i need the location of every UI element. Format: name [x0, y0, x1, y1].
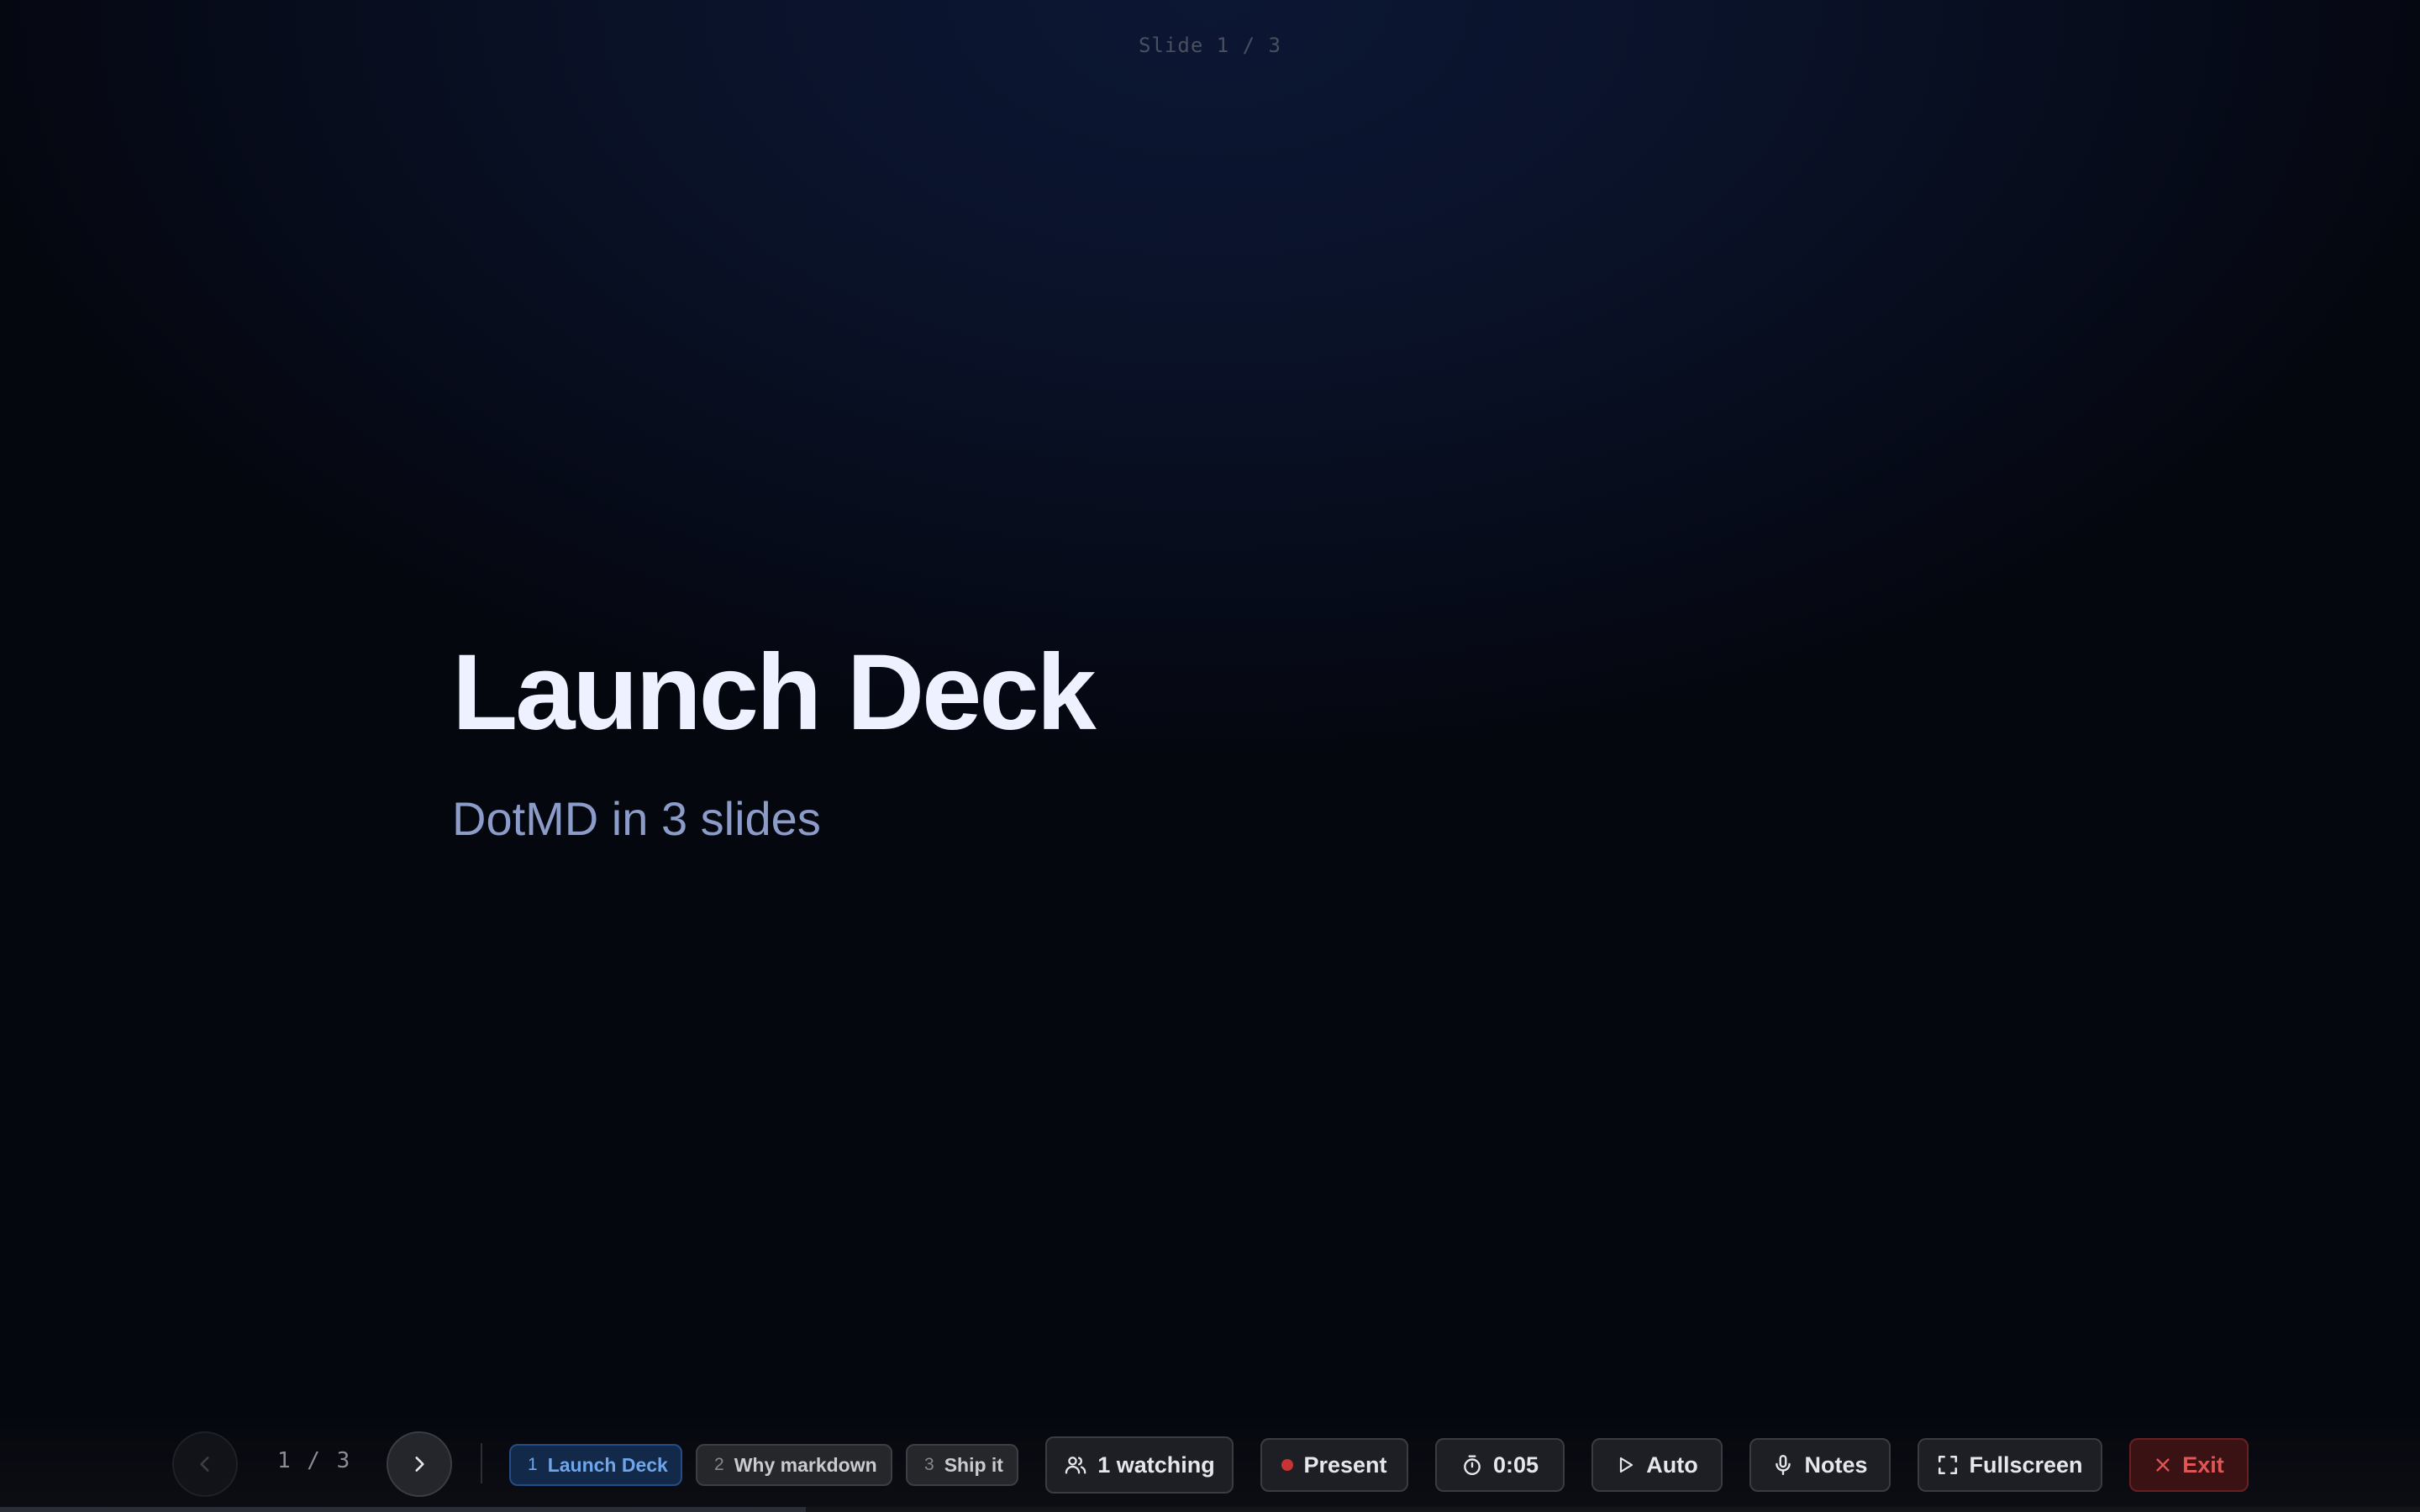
fullscreen-label: Fullscreen: [1969, 1452, 2083, 1478]
slide-chip-1[interactable]: 1 Launch Deck: [509, 1444, 682, 1486]
close-icon: [2156, 1458, 2170, 1472]
chip-number: 3: [924, 1455, 934, 1474]
chip-label: Why markdown: [734, 1453, 877, 1476]
exit-button[interactable]: Exit: [2129, 1438, 2249, 1492]
present-button[interactable]: Present: [1260, 1438, 1408, 1492]
exit-label: Exit: [2182, 1452, 2224, 1478]
slide-chip-3[interactable]: 3 Ship it: [906, 1444, 1018, 1486]
stopwatch-icon: [1464, 1455, 1481, 1476]
chip-label: Ship it: [944, 1453, 1003, 1476]
play-icon: [1620, 1457, 1634, 1473]
slide-counter: 1 / 3: [277, 1448, 350, 1473]
toolbar-divider: [481, 1443, 482, 1483]
notes-label: Notes: [1804, 1452, 1868, 1478]
present-label: Present: [1303, 1452, 1387, 1478]
watching-label: 1 watching: [1097, 1452, 1215, 1478]
slide-subtitle: DotMD in 3 slides: [452, 792, 821, 845]
slide-indicator: Slide 1 / 3: [1139, 34, 1281, 57]
progress-bar: [0, 1507, 2420, 1512]
watching-button[interactable]: 1 watching: [1045, 1436, 1234, 1494]
slide-chip-2[interactable]: 2 Why markdown: [696, 1444, 892, 1486]
chip-label: Launch Deck: [547, 1453, 668, 1476]
next-slide-button[interactable]: [387, 1431, 452, 1497]
prev-slide-button[interactable]: [172, 1431, 238, 1497]
chip-number: 1: [528, 1455, 538, 1474]
slide-content: Launch Deck DotMD in 3 slides: [452, 630, 1097, 848]
auto-play-button[interactable]: Auto: [1591, 1438, 1723, 1492]
notes-button[interactable]: Notes: [1749, 1438, 1891, 1492]
chip-number: 2: [714, 1455, 724, 1474]
microphone-icon: [1776, 1454, 1791, 1476]
chevron-right-icon: [415, 1457, 424, 1472]
record-dot-icon: [1281, 1459, 1294, 1471]
timer-label: 0:05: [1492, 1452, 1539, 1478]
chevron-left-icon: [200, 1457, 209, 1472]
presenter-toolbar: 1 / 3 1 Launch Deck 2 Why markdown 3 Shi…: [0, 1420, 2420, 1512]
slide-title: Launch Deck: [452, 633, 1097, 753]
timer-button[interactable]: 0:05: [1435, 1438, 1565, 1492]
progress-fill: [0, 1507, 807, 1512]
auto-label: Auto: [1646, 1452, 1698, 1478]
fullscreen-button[interactable]: Fullscreen: [1918, 1438, 2102, 1492]
fullscreen-icon: [1939, 1455, 1958, 1475]
users-icon: [1065, 1457, 1086, 1474]
